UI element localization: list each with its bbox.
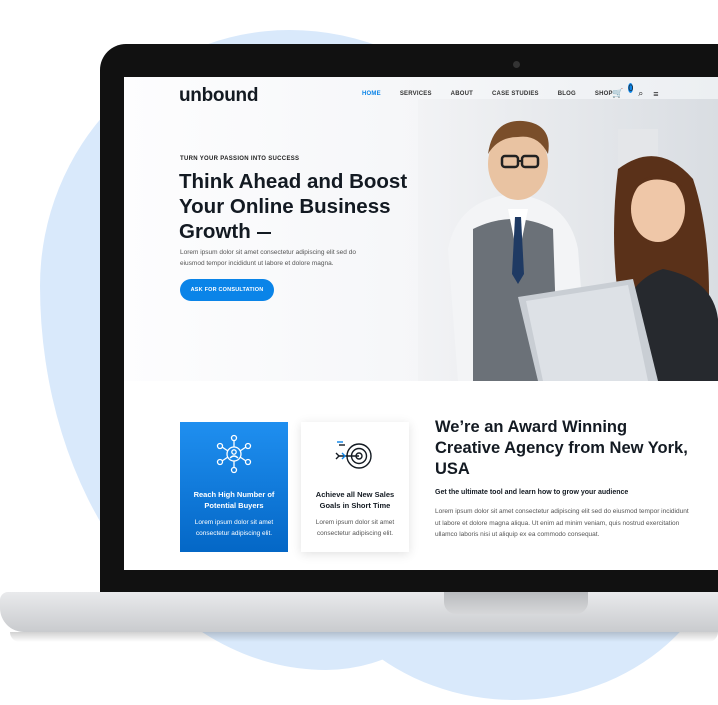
menu-item-blog[interactable]: BLOG <box>558 91 576 97</box>
target-arrow-icon <box>335 441 372 469</box>
search-icon[interactable]: ⌕ <box>638 88 643 99</box>
hero-title: Think Ahead and Boost Your Online Busine… <box>179 169 439 244</box>
network-user-icon <box>216 434 252 474</box>
laptop-base-notch <box>444 592 588 614</box>
menu-item-services[interactable]: SERVICES <box>400 91 432 97</box>
hero-title-text: Think Ahead and Boost Your Online Busine… <box>179 170 408 243</box>
hamburger-menu-icon[interactable]: ≡ <box>653 89 658 99</box>
card-title: Reach High Number of Potential Buyers <box>193 490 275 510</box>
site-logo[interactable]: unbound <box>179 85 258 107</box>
menu-item-case-studies[interactable]: CASE STUDIES <box>492 91 539 97</box>
title-dash <box>256 231 271 234</box>
laptop-screen: unbound HOME SERVICES ABOUT CASE STUDIES… <box>124 77 718 570</box>
laptop-camera <box>513 61 520 68</box>
feature-card-buyers[interactable]: Reach High Number of Potential Buyers Lo… <box>180 422 288 552</box>
hero-text: Lorem ipsum dolor sit amet consectetur a… <box>180 249 356 267</box>
cart-icon[interactable]: 🛒 0 <box>612 83 634 99</box>
menu-item-home[interactable]: HOME <box>362 91 381 97</box>
card-title: Achieve all New Sales Goals in Short Tim… <box>315 490 395 510</box>
nav-icons: 🛒 0 ⌕ ≡ <box>612 83 659 99</box>
card-text: Lorem ipsum dolor sit amet consectetur a… <box>194 519 274 537</box>
menu-item-shop[interactable]: SHOP <box>595 91 613 97</box>
main-menu: HOME SERVICES ABOUT CASE STUDIES BLOG SH… <box>362 91 632 97</box>
card-text: Lorem ipsum dolor sit amet consectetur a… <box>315 519 395 537</box>
cart-count-badge: 0 <box>628 83 634 93</box>
hero-section: unbound HOME SERVICES ABOUT CASE STUDIES… <box>124 77 718 381</box>
laptop-shadow <box>10 632 718 642</box>
about-title: We’re an Award Winning Creative Agency f… <box>435 418 688 478</box>
menu-item-about[interactable]: ABOUT <box>451 91 473 97</box>
hero-eyebrow: TURN YOUR PASSION INTO SUCCESS <box>180 156 300 162</box>
top-navigation: unbound HOME SERVICES ABOUT CASE STUDIES… <box>124 77 718 113</box>
hero-photo <box>418 99 718 381</box>
feature-card-sales[interactable]: Achieve all New Sales Goals in Short Tim… <box>301 422 409 552</box>
about-text: Lorem ipsum dolor sit amet consectetur a… <box>435 508 689 538</box>
consultation-button[interactable]: ASK FOR CONSULTATION <box>180 279 274 301</box>
about-subtitle: Get the ultimate tool and learn how to g… <box>435 489 629 496</box>
laptop-base <box>0 592 718 632</box>
